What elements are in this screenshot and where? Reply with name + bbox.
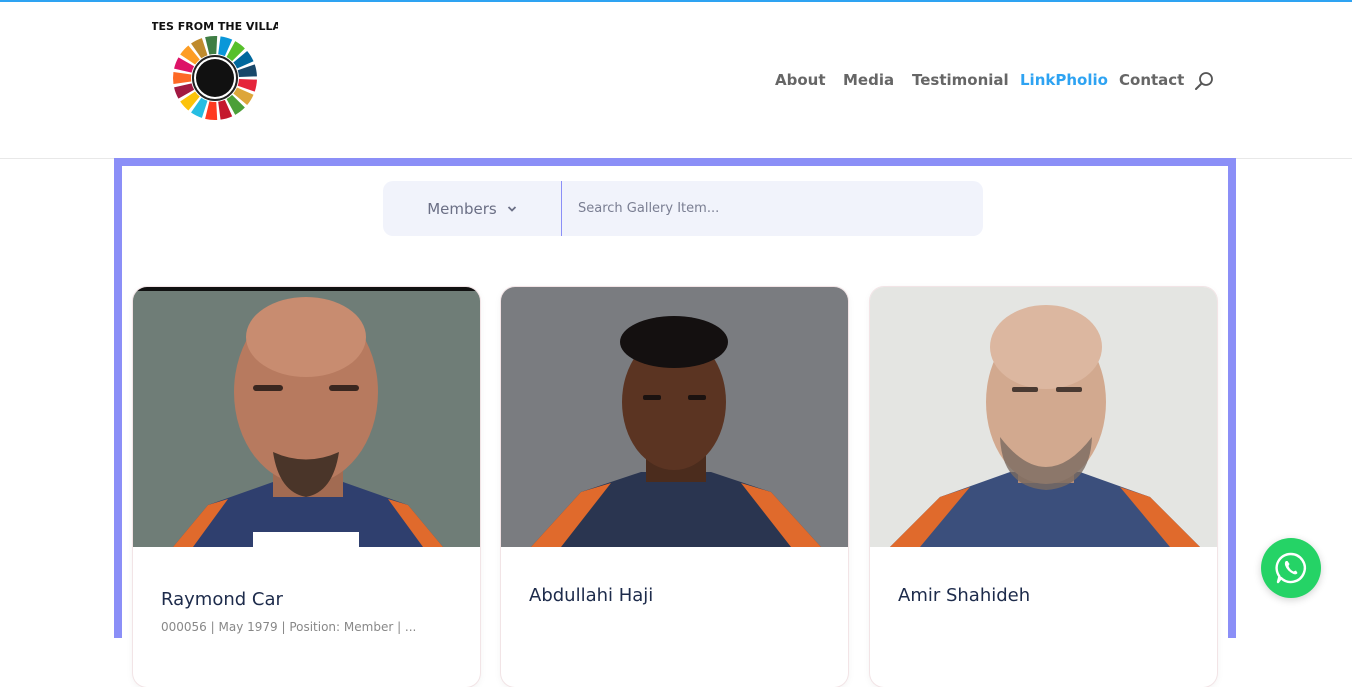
category-dropdown-label: Members [427, 199, 497, 218]
category-dropdown[interactable]: Members [383, 181, 562, 236]
member-name: Amir Shahideh [898, 585, 1031, 606]
member-photo [133, 287, 480, 547]
member-name: Raymond Car [161, 589, 283, 610]
nav-item-contact[interactable]: Contact [1119, 71, 1184, 89]
whatsapp-chat-button[interactable] [1261, 538, 1321, 598]
member-card[interactable]: Amir Shahideh [870, 287, 1217, 687]
member-photo [501, 287, 848, 547]
gallery-frame: Members Raymo [114, 158, 1236, 687]
search-icon[interactable] [1194, 70, 1216, 92]
member-name: Abdullahi Haji [529, 585, 654, 606]
logo-ring-segment [173, 71, 192, 85]
nav-item-linkpholio[interactable]: LinkPholio [1020, 71, 1108, 89]
logo-text: NOTES FROM THE VILLAGE [152, 20, 278, 33]
logo-ring-segment [205, 101, 218, 120]
nav-item-media[interactable]: Media [843, 71, 894, 89]
member-photo [870, 287, 1217, 547]
gallery-container: Members Raymo [122, 166, 1228, 687]
member-details: 000056 | May 1979 | Position: Member | .… [161, 620, 417, 634]
site-header: NOTES FROM THE VILLAGE About Media Testi… [0, 2, 1352, 159]
member-card[interactable]: Raymond Car 000056 | May 1979 | Position… [133, 287, 480, 687]
nav-item-about[interactable]: About [775, 71, 826, 89]
site-logo[interactable]: NOTES FROM THE VILLAGE [152, 16, 278, 130]
whatsapp-icon [1275, 552, 1306, 584]
logo-ring-segment [205, 36, 218, 55]
nav-item-testimonial[interactable]: Testimonial [912, 71, 1009, 89]
gallery-search-input[interactable] [563, 181, 983, 236]
gallery-filter-bar: Members [383, 181, 983, 236]
member-card[interactable]: Abdullahi Haji [501, 287, 848, 687]
chevron-down-icon [507, 205, 516, 212]
